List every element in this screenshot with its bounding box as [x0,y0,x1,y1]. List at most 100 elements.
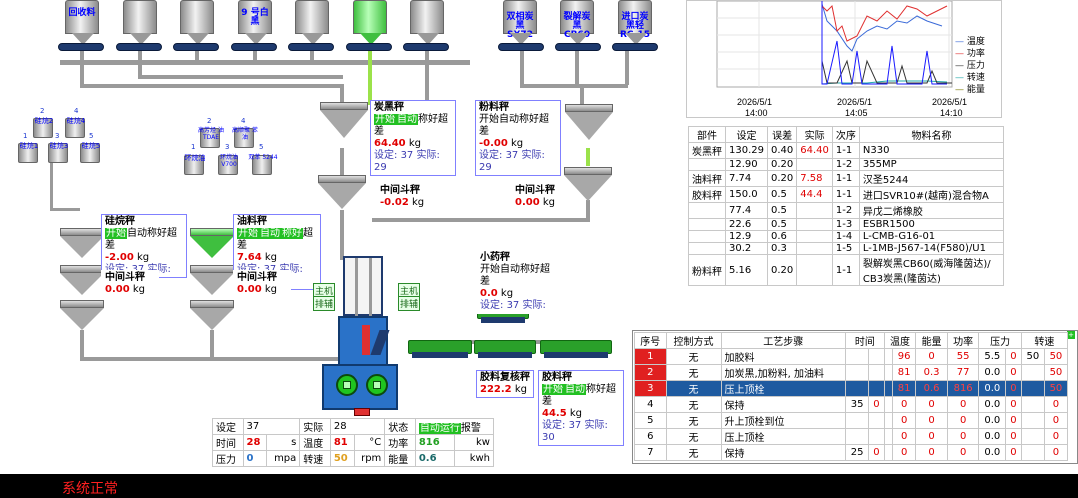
silo-top-1[interactable]: 回收料 [65,0,99,45]
step-row[interactable]: 4 无保持 35 0 0 0 0 0.0 0 0 [634,396,1069,413]
small-drug-panel[interactable]: 小药秤 开始自动称好超差 0.0 kg 设定: 37 实际: [476,250,562,314]
tank-label: 硅烷3 [49,142,69,150]
oil-scale-hopper[interactable] [190,228,234,236]
oil-tank-2[interactable]: 高芳烃 油TDAE [198,127,224,148]
start-button[interactable]: 开始 [480,264,500,275]
table-row[interactable]: 30.2 0.3 1-5 L-1MB-J567-14(F580)/U1 [688,242,1005,255]
auto-button[interactable]: 自动 [500,264,520,275]
start-button[interactable]: 开始 [237,228,259,239]
step-row[interactable]: 3 无压上顶栓 81 0.6 816 0.0 0 50 [634,380,1069,397]
col-header: 温度 [883,332,917,349]
auto-button[interactable]: 自动 [499,114,519,125]
done-status: 称好 [418,114,438,125]
step-row[interactable]: 6 无压上顶栓 0 0 0 0.0 0 0 [634,428,1069,445]
legend-speed: — 转速 [955,73,985,83]
silo-top-5[interactable] [295,0,329,45]
silane-tank-1[interactable]: 硅烷1 [18,143,38,163]
step-temp2-cell: 96 [891,348,917,365]
speed-unit: rpm [353,450,386,467]
step-row[interactable]: 2 无加炭黑,加粉料, 加油料 81 0.3 77 0.0 0 50 [634,364,1069,381]
powder-scale-hopper[interactable] [565,104,613,112]
mid-hopper-3b[interactable] [60,300,104,308]
time-value: 28 [242,434,268,451]
table-row[interactable]: 12.90 0.20 1-2 355MP [688,158,1005,171]
silane-scale-hopper[interactable] [60,228,104,236]
mid-hopper-2-label: 中间斗秤 0.00 kg [515,185,555,209]
scale-title: 胶料复核秤 [480,372,530,383]
mid-hopper-4[interactable] [190,265,234,273]
auto-button[interactable]: 自动 [396,114,418,125]
auto-button[interactable]: 自动 [564,384,586,395]
carbon-scale-panel[interactable]: 炭黑秤 开始 自动称好超差 64.40 kg 设定: 37 实际: 29 [370,100,456,176]
silane-tank-2[interactable]: 硅烷2 [33,118,53,138]
start-button[interactable]: 开始 [542,384,564,395]
silane-tank-4[interactable]: 硅烷4 [65,118,85,138]
table-row[interactable]: 炭黑秤 130.29 0.40 64.40 1-1 N330 [688,142,1005,159]
scale-weight: 0.0 [480,288,498,299]
alarm-button[interactable]: 报警 [461,423,481,434]
table-row[interactable]: 粉料秤 5.16 0.20 1-1 裂解炭黑CB60(威海隆茵达)/ CB3炭黑(隆茵达… [688,254,1005,286]
table-row[interactable]: 胶料秤 150.0 0.5 44.4 1-1 进口SVR10#(越南)混合物A [688,186,1005,203]
rubber-check-panel[interactable]: 胶料复核秤 222.2 kg [476,370,534,398]
err-cell: 0.6 [766,230,798,243]
oil-tank-1[interactable]: 环烷油 [184,155,206,175]
trend-chart[interactable]: 2026/5/1 14:00 2026/5/1 14:05 2026/5/1 1… [686,0,1002,118]
set-value: 37 [400,150,414,161]
step-s2-cell: 50 [1043,348,1069,365]
start-button[interactable]: 开始 [479,114,499,125]
add-icon[interactable]: + [1067,331,1075,339]
silane-scale-panel[interactable]: 硅烷秤 开始自动称好超差 -2.00 kg 设定: 37 实际: [101,214,187,278]
step-p2-cell: 0 [1005,380,1022,397]
silane-tank-3[interactable]: 硅烷3 [48,143,68,163]
silo-top-6-active[interactable] [353,0,387,45]
table-row[interactable]: 油料秤 7.74 0.20 7.58 1-1 汉圣5244 [688,170,1005,187]
auto-button[interactable]: 自动 [127,228,147,239]
carbon-scale-hopper[interactable] [320,102,368,110]
step-row[interactable]: 5 无升上顶栓到位 0 0 0 0.0 0 0 [634,412,1069,429]
scale-unit: kg [264,252,278,263]
scale-title: 粉料秤 [479,102,509,113]
auto-button[interactable]: 自动 [259,228,281,239]
step-step-cell: 保持 [720,396,847,413]
pressure-unit: mpa [266,450,301,467]
powder-scale-panel[interactable]: 粉料秤 开始自动称好超差 -0.00 kg 设定: 37 实际: 29 [475,100,561,176]
mid-hopper-1[interactable] [318,175,366,183]
step-temp1-cell [883,396,893,413]
oil-tank-5[interactable]: 双苯 5244 [248,154,278,175]
silane-tank-5[interactable]: 硅烷5 [80,143,100,163]
exhaust-indicator[interactable]: 排辅 [313,296,336,311]
mixer-ram-cylinder [343,256,383,316]
legend-label: 功率 [966,49,985,59]
mid-hopper-4b[interactable] [190,300,234,308]
exhaust-indicator[interactable]: 排辅 [398,296,421,311]
step-row[interactable]: 7 无保持 25 0 0 0 0 0.0 0 0 [634,444,1069,461]
step-p1-cell: 0.0 [978,380,1007,397]
pipe [580,84,584,104]
silo-top-7[interactable] [410,0,444,45]
oil-tank-3[interactable]: 环烷油 V700 [218,154,238,175]
silo-top-3[interactable] [180,0,214,45]
act-cell [796,158,833,171]
table-row[interactable]: 12.9 0.6 1-4 L-CMB-G16-01 [688,230,1005,243]
table-row[interactable]: 22.6 0.5 1-3 ESBR1500 [688,218,1005,231]
mid-hopper-3[interactable] [60,265,104,273]
silo-right-1[interactable]: 双相炭 黑 SX72 [503,0,537,45]
mid-hopper-2[interactable] [564,167,612,175]
part-cell: 油料秤 [688,170,726,187]
silo-top-4[interactable]: 9 号白 黑 [238,0,272,45]
energy-value: 0.6 [414,450,456,467]
step-t1-cell [845,428,870,445]
step-row[interactable]: 1 无加胶料 96 0 55 5.5 0 50 50 [634,348,1069,365]
step-ctrl-cell: 无 [665,396,722,413]
silo-top-2[interactable] [123,0,157,45]
start-button[interactable]: 开始 [374,114,396,125]
start-button[interactable]: 开始 [105,228,127,239]
step-no-cell: 6 [634,428,667,445]
silo-right-2[interactable]: 裂解炭 黑 CB60 [560,0,594,45]
oil-tank-4[interactable]: 高顺聚 苯油 [232,127,258,148]
silo-right-3[interactable]: 进口炭 黑轻 RC-15 [618,0,652,45]
part-cell [688,158,726,171]
act-value: 29 [479,162,492,173]
table-row[interactable]: 77.4 0.5 1-2 异戊二烯橡胶 [688,202,1005,219]
rubber-scale-panel[interactable]: 胶料秤 开始 自动称好超差 44.5 kg 设定: 37 实际: 30 [538,370,624,446]
